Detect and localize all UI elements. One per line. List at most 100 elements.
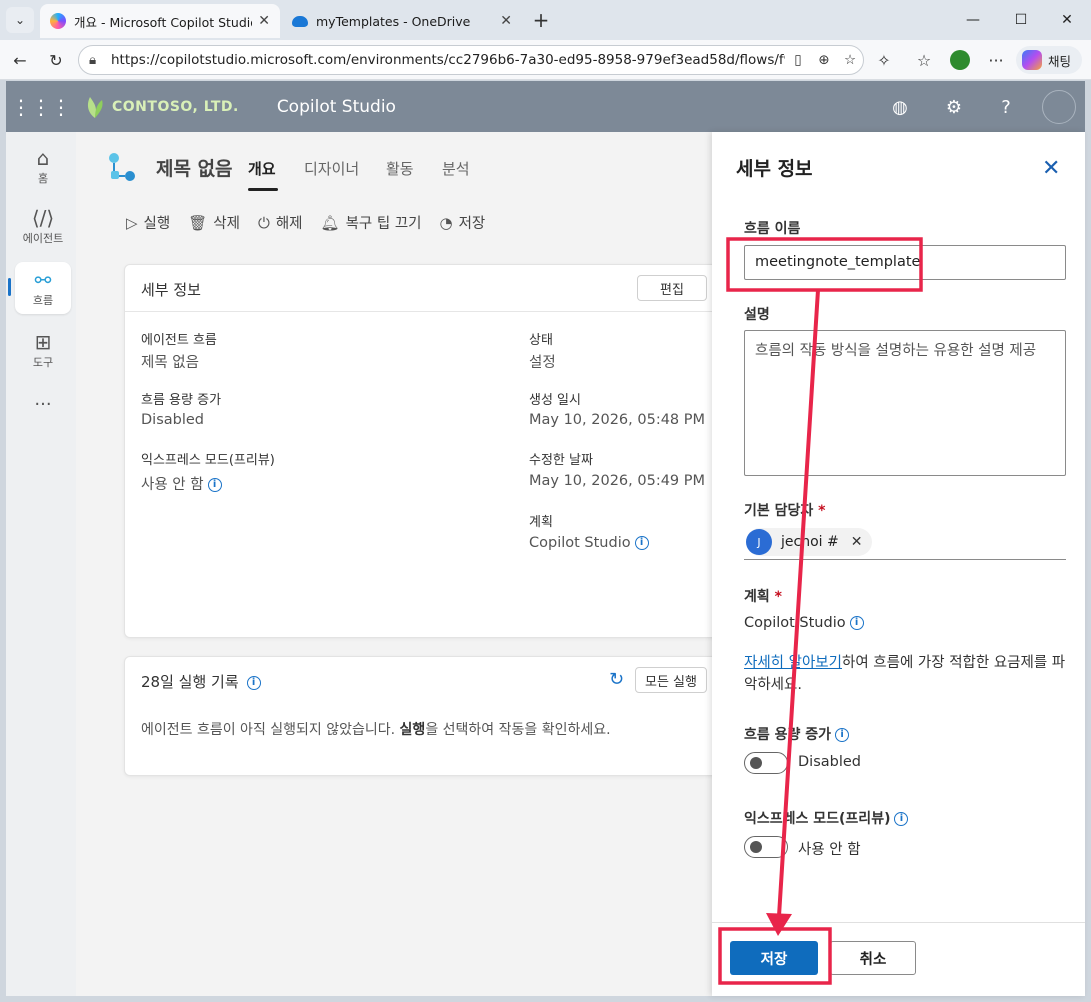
- msg-bold: 실행: [399, 722, 426, 738]
- owner-label: 기본 담당자 *: [744, 500, 825, 520]
- info-icon[interactable]: i: [835, 728, 850, 742]
- save-command-button[interactable]: ◔ 저장: [440, 212, 486, 233]
- extensions-icon[interactable]: ✧: [872, 48, 896, 72]
- field-label: 수정한 날짜: [529, 453, 593, 468]
- info-icon[interactable]: i: [207, 478, 222, 492]
- capacity-value: Disabled: [798, 754, 861, 770]
- edit-button[interactable]: 편집: [637, 275, 707, 301]
- rail-item-flows[interactable]: ⚯ 흐름: [15, 262, 71, 314]
- owner-label-text: 기본 담당자: [744, 503, 814, 519]
- flow-name-input[interactable]: meetingnote_template: [744, 245, 1066, 280]
- learn-more-text: 자세히 알아보기하여 흐름에 가장 적합한 요금제를 파악하세요.: [744, 652, 1074, 696]
- tab-overview[interactable]: 개요: [248, 158, 276, 179]
- brand-logo: CONTOSO, LTD.: [84, 95, 239, 119]
- tab-close-icon[interactable]: ✕: [500, 13, 512, 29]
- tab-title: 개요 - Microsoft Copilot Studio: [74, 14, 253, 30]
- app-launcher-waffle-icon[interactable]: ⋮⋮⋮: [6, 81, 76, 132]
- express-mode-value: 사용 안 함: [798, 842, 861, 858]
- delete-button[interactable]: 🗑︎ 삭제: [188, 212, 240, 233]
- details-card-title: 세부 정보: [141, 281, 201, 299]
- browser-tab-copilot-studio[interactable]: 개요 - Microsoft Copilot Studio ✕: [40, 4, 280, 38]
- agent-flow-icon: [109, 153, 135, 181]
- tab-close-icon[interactable]: ✕: [258, 13, 270, 29]
- leaf-logo-icon: [87, 96, 103, 118]
- panel-footer: 저장 취소: [712, 922, 1085, 996]
- rail-more-icon[interactable]: ···: [15, 384, 71, 424]
- cancel-button[interactable]: 취소: [830, 941, 916, 975]
- back-arrow-icon[interactable]: ←: [8, 48, 32, 72]
- field-value: 설정: [529, 355, 556, 371]
- power-icon: ⏻: [257, 213, 270, 232]
- tab-designer[interactable]: 디자이너: [304, 158, 359, 179]
- repair-tips-off-button[interactable]: 🔔︎ 복구 팁 끄기: [321, 212, 422, 233]
- repair-tips-label: 복구 팁 끄기: [345, 216, 422, 232]
- settings-gear-icon[interactable]: ⚙: [940, 93, 968, 121]
- command-bar: ▷ 실행 🗑︎ 삭제 ⏻ 해제 🔔︎ 복구 팁 끄기 ◔ 저장: [126, 212, 503, 233]
- empty-runs-message: 에이전트 흐름이 아직 실행되지 않았습니다. 실행을 선택하여 작동을 확인하…: [141, 719, 611, 739]
- info-icon[interactable]: i: [246, 675, 261, 690]
- toggle-knob: [750, 757, 762, 769]
- field-label: 익스프레스 모드(프리뷰): [141, 453, 275, 468]
- save-button[interactable]: 저장: [730, 941, 818, 975]
- minimize-icon[interactable]: —: [958, 8, 988, 32]
- capacity-toggle[interactable]: [744, 752, 788, 774]
- msg-text: 에이전트 흐름이 아직 실행되지 않았습니다.: [141, 722, 400, 738]
- browser-tab-onedrive[interactable]: myTemplates - OneDrive ✕: [282, 4, 522, 38]
- app-name: Copilot Studio: [276, 96, 396, 117]
- info-icon[interactable]: i: [894, 812, 909, 826]
- tab-actions-chevron-icon[interactable]: ⌄: [6, 7, 34, 33]
- user-avatar[interactable]: [1042, 90, 1076, 124]
- plan-value: Copilot Studio i: [744, 615, 864, 631]
- refresh-icon[interactable]: ↻: [44, 48, 68, 72]
- info-icon[interactable]: i: [849, 616, 864, 630]
- all-runs-button[interactable]: 모든 실행: [635, 667, 707, 693]
- close-icon[interactable]: ✕: [1042, 156, 1060, 181]
- rail-item-home[interactable]: ⌂ 홈: [15, 140, 71, 192]
- owner-picker[interactable]: J jechoi # ✕: [744, 526, 1066, 560]
- express-mode-toggle[interactable]: [744, 836, 788, 858]
- field-label: 생성 일시: [529, 393, 581, 408]
- tab-analytics[interactable]: 분석: [442, 158, 470, 179]
- tools-icon: ⊞: [34, 330, 52, 354]
- window-close-icon[interactable]: ✕: [1052, 8, 1082, 32]
- owner-avatar: J: [746, 529, 772, 555]
- maximize-icon[interactable]: ☐: [1006, 8, 1036, 32]
- help-question-icon[interactable]: ?: [992, 93, 1020, 121]
- remove-owner-close-icon[interactable]: ✕: [851, 534, 863, 550]
- turn-off-label: 해제: [275, 216, 303, 232]
- url-field[interactable]: 🔒︎ https://copilotstudio.microsoft.com/e…: [78, 45, 864, 75]
- field-label: 계획: [529, 515, 553, 530]
- refresh-icon[interactable]: ↻: [609, 669, 624, 690]
- url-text: https://copilotstudio.microsoft.com/envi…: [111, 52, 785, 68]
- favorites-icon[interactable]: ☆: [912, 48, 936, 72]
- plan-label-text: 계획: [744, 589, 770, 605]
- onedrive-favicon-icon: [292, 15, 308, 27]
- capacity-label: 흐름 용량 증가 i: [744, 724, 850, 744]
- left-nav-rail: ⌂ 홈 ⟨/⟩ 에이전트 ⚯ 흐름 ⊞ 도구 ···: [6, 132, 76, 996]
- field-value: May 10, 2026, 05:49 PM: [529, 473, 706, 489]
- learn-more-link[interactable]: 자세히 알아보기: [744, 655, 842, 671]
- rail-item-tools[interactable]: ⊞ 도구: [15, 324, 71, 376]
- copilot-chat-button[interactable]: 채팅: [1016, 46, 1082, 74]
- turn-off-button[interactable]: ⏻ 해제: [258, 212, 303, 233]
- toggle-knob: [750, 841, 762, 853]
- clipboard-icon[interactable]: ▯: [785, 52, 811, 68]
- field-value-express: 사용 안 함i: [141, 473, 222, 494]
- tab-activity[interactable]: 활동: [386, 158, 414, 179]
- more-menu-icon[interactable]: ···: [984, 48, 1008, 72]
- run-button[interactable]: ▷ 실행: [126, 212, 170, 233]
- environment-globe-icon[interactable]: ◍: [886, 93, 914, 121]
- info-icon[interactable]: i: [634, 536, 649, 550]
- zoom-icon[interactable]: ⊕: [811, 52, 837, 68]
- required-asterisk: *: [774, 589, 782, 605]
- field-value: May 10, 2026, 05:48 PM: [529, 412, 706, 428]
- tab-title: myTemplates - OneDrive: [316, 13, 471, 29]
- new-tab-plus-icon[interactable]: +: [528, 7, 554, 33]
- field-label: 상태: [529, 333, 553, 348]
- rail-item-agents[interactable]: ⟨/⟩ 에이전트: [15, 200, 71, 252]
- description-label: 설명: [744, 307, 770, 323]
- field-label: 흐름 용량 증가: [141, 393, 222, 408]
- favorite-star-icon[interactable]: ☆: [837, 52, 863, 68]
- profile-avatar-icon[interactable]: [948, 48, 972, 72]
- description-textarea[interactable]: 흐름의 작동 방식을 설명하는 유용한 설명 제공: [744, 330, 1066, 476]
